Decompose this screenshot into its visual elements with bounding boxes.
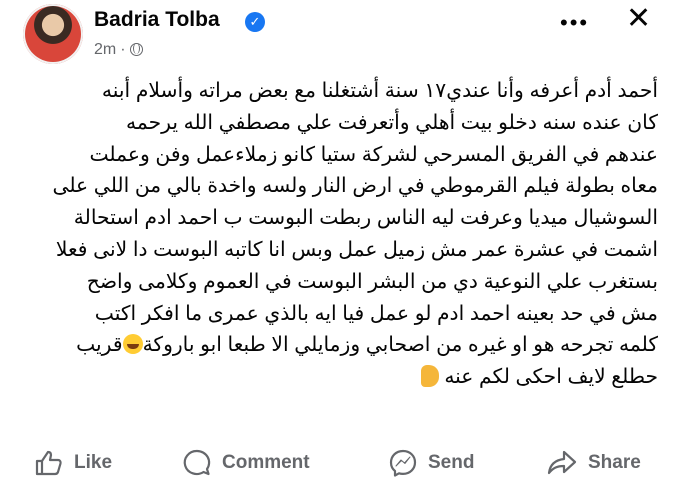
post-line: كان عنده سنه دخلو بيت أهلي وأتعرفت علي م… <box>126 111 658 134</box>
messenger-icon <box>389 449 417 477</box>
close-icon[interactable]: ✕ <box>626 4 651 34</box>
post-time[interactable]: 2m <box>94 41 116 58</box>
author-name[interactable]: Badria Tolba <box>94 8 220 32</box>
hand-emoji <box>420 365 439 388</box>
comment-button[interactable]: Comment <box>182 446 310 480</box>
post-line: اشمت في عشرة عمر مش زميل عمل وبس انا كات… <box>55 238 658 261</box>
action-bar: Like Comment Send Share <box>0 440 674 485</box>
post-line: معاه بطولة فيلم القرموطي في ارض النار ول… <box>52 175 658 198</box>
avatar[interactable] <box>23 4 83 64</box>
post-line: مش في حد بعينه احمد ادم لو عمل فيا ايه ب… <box>94 302 658 325</box>
post-text: أحمد أدم أعرفه وأنا عندي١٧ سنة أشتغلنا م… <box>18 76 658 394</box>
like-label: Like <box>74 452 113 473</box>
post-line: السوشيال ميديا وعرفت ليه الناس ربطت البو… <box>73 207 658 230</box>
meta-separator: · <box>120 41 126 58</box>
send-label: Send <box>428 452 475 473</box>
post-header: Badria Tolba ✓ 2m · ••• ✕ <box>0 0 674 64</box>
comment-bubble-icon <box>183 449 211 476</box>
like-button[interactable]: Like <box>34 446 112 480</box>
post-meta: 2m · <box>94 41 143 59</box>
post-line: بستغرب علي النوعية دي من البشر البوست في… <box>86 270 658 293</box>
more-options-icon[interactable]: ••• <box>560 10 589 36</box>
post-line-text: كلمه تجرحه هو او غيره من اصحابي وزمايلي … <box>142 334 658 357</box>
send-button[interactable]: Send <box>388 446 474 480</box>
tears-of-joy-emoji <box>122 334 143 355</box>
post-line: كلمه تجرحه هو او غيره من اصحابي وزمايلي … <box>18 330 658 362</box>
post-line: أحمد أدم أعرفه وأنا عندي١٧ سنة أشتغلنا م… <box>101 80 658 102</box>
post-line-text: حطلع لايف احكى لكم عنه <box>444 366 658 389</box>
post-line: حطلع لايف احكى لكم عنه <box>18 362 658 394</box>
verified-badge-icon: ✓ <box>245 12 265 32</box>
comment-label: Comment <box>222 452 310 473</box>
share-arrow-icon <box>547 450 577 475</box>
share-label: Share <box>588 452 641 473</box>
thumbs-up-icon <box>35 450 62 476</box>
post-line-text: قريب <box>76 334 123 357</box>
post-line: عندهم في الفريق المسرحي لشركة ستيا كانو … <box>89 143 658 166</box>
globe-icon <box>129 43 143 56</box>
share-button[interactable]: Share <box>546 446 641 480</box>
